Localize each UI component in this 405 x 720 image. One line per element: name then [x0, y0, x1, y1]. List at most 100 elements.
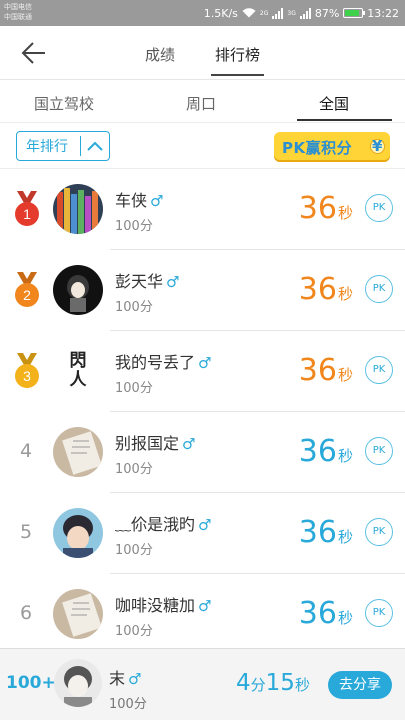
username: 彭天华 — [115, 272, 164, 291]
completion-time: 36秒 — [299, 434, 353, 469]
avatar-text: 閃人 — [69, 351, 87, 390]
time-value: 36 — [298, 353, 337, 388]
male-icon: ♂ — [198, 597, 212, 615]
time-unit: 秒 — [337, 285, 353, 303]
arrow-left-icon[interactable] — [20, 40, 48, 66]
my-rank: 100+ — [6, 673, 56, 693]
pk-win-points-banner[interactable]: PK赢积分 ¥ — [274, 132, 390, 162]
username: 车侠 — [115, 191, 148, 210]
completion-time: 36秒 — [299, 596, 353, 631]
rank-number: 6 — [20, 602, 33, 624]
score: 100分 — [115, 300, 153, 315]
male-icon: ♂ — [198, 516, 212, 534]
time-value: 36 — [298, 596, 337, 631]
completion-time: 36秒 — [299, 191, 353, 226]
time-unit: 秒 — [337, 204, 353, 222]
avatar[interactable]: 閃人 — [53, 346, 103, 396]
rank-number: 4 — [20, 440, 33, 462]
score: 100分 — [115, 543, 153, 558]
active-tab-indicator — [297, 119, 392, 121]
my-avatar[interactable] — [54, 659, 102, 707]
score: 100分 — [115, 624, 153, 639]
time-unit: 秒 — [337, 447, 353, 465]
leaderboard-row[interactable]: 1 车侠 ♂ 100分 36秒 PK — [0, 169, 405, 250]
avatar[interactable] — [53, 589, 103, 639]
score: 100分 — [115, 462, 153, 477]
time-value: 36 — [298, 272, 337, 307]
score: 100分 — [115, 381, 153, 396]
my-time-min: 4 — [236, 670, 251, 696]
chevron-up-icon[interactable] — [81, 132, 109, 160]
my-username: 末 — [109, 669, 126, 688]
network-speed: 1.5K/s — [203, 6, 238, 20]
battery-icon — [343, 8, 366, 18]
pk-button[interactable]: PK — [365, 599, 393, 627]
carrier-1: 中国电信 — [4, 3, 32, 11]
orange-medal-icon: 2 — [15, 272, 39, 307]
battery-percent: 87% — [314, 6, 340, 20]
time-value: 36 — [298, 434, 337, 469]
signal-icon-2 — [299, 7, 311, 19]
tab-city[interactable]: 周口 — [186, 93, 216, 114]
leaderboard-row[interactable]: 6 咖啡没糖加 ♂ 100分 36秒 PK — [0, 574, 405, 655]
avatar[interactable] — [53, 427, 103, 477]
wifi-icon — [242, 8, 256, 18]
carrier-info: 中国电信 中国联通 — [4, 2, 32, 22]
completion-time: 36秒 — [299, 353, 353, 388]
scope-tabs: 国立驾校 周口 全国 — [0, 81, 405, 123]
tab-scores[interactable]: 成绩 — [145, 44, 175, 65]
pk-button[interactable]: PK — [365, 194, 393, 222]
pk-button[interactable]: PK — [365, 356, 393, 384]
pk-button[interactable]: PK — [365, 437, 393, 465]
avatar[interactable] — [53, 184, 103, 234]
status-indicators: 1.5K/s 2G 3G 87% 13:22 — [204, 5, 399, 21]
medal-rank: 1 — [23, 206, 31, 222]
carrier-2: 中国联通 — [4, 13, 32, 21]
male-icon: ♂ — [128, 670, 142, 688]
pk-button[interactable]: PK — [365, 275, 393, 303]
leaderboard-row[interactable]: 3 閃人 我的号丢了 ♂ 100分 36秒 PK — [0, 331, 405, 412]
avatar[interactable] — [53, 265, 103, 315]
my-time-min-unit: 分 — [250, 676, 266, 694]
tab-school[interactable]: 国立驾校 — [34, 93, 94, 114]
male-icon: ♂ — [198, 354, 212, 372]
username: 别报国定 — [115, 434, 180, 453]
time-value: 36 — [298, 191, 337, 226]
medal-rank: 2 — [23, 287, 31, 303]
leaderboard-row[interactable]: 4 别报国定 ♂ 100分 36秒 PK — [0, 412, 405, 493]
leaderboard-row[interactable]: 2 彭天华 ♂ 100分 36秒 PK — [0, 250, 405, 331]
net-type-2: 3G — [287, 9, 296, 17]
coin-icon: ¥ — [370, 139, 385, 154]
score: 100分 — [115, 219, 153, 234]
pk-button[interactable]: PK — [365, 518, 393, 546]
username: 我的号丢了 — [115, 353, 196, 372]
time-unit: 秒 — [337, 528, 353, 546]
my-score: 100分 — [109, 697, 147, 712]
clock: 13:22 — [367, 6, 399, 20]
my-ranking-bar: 100+ 末 ♂ 100分 4分15秒 去分享 — [0, 648, 405, 720]
leaderboard-row[interactable]: 5 ﹏伱是涐旳 ♂ 100分 36秒 PK — [0, 493, 405, 574]
rank-number: 5 — [20, 521, 33, 543]
completion-time: 36秒 — [299, 515, 353, 550]
username: 咖啡没糖加 — [115, 596, 196, 615]
signal-icon — [272, 7, 284, 19]
my-time-sec-unit: 秒 — [294, 676, 310, 694]
my-time-sec: 15 — [265, 670, 295, 696]
red-medal-icon: 1 — [15, 191, 39, 226]
ranking-period-selector[interactable]: 年排行 — [16, 131, 110, 161]
net-type-1: 2G — [259, 9, 269, 17]
tab-national[interactable]: 全国 — [319, 93, 349, 114]
status-bar: 中国电信 中国联通 1.5K/s 2G 3G 87% 13:22 — [0, 0, 405, 26]
gold-medal-icon: 3 — [15, 353, 39, 388]
app-header: 成绩 排行榜 — [0, 26, 405, 80]
completion-time: 36秒 — [299, 272, 353, 307]
ranking-period-label: 年排行 — [26, 139, 68, 155]
share-button[interactable]: 去分享 — [328, 671, 392, 699]
avatar[interactable] — [53, 508, 103, 558]
tab-leaderboard[interactable]: 排行榜 — [210, 44, 265, 76]
male-icon: ♂ — [150, 192, 164, 210]
time-unit: 秒 — [337, 609, 353, 627]
my-completion-time: 4分15秒 — [236, 670, 310, 696]
username: ﹏伱是涐旳 — [115, 515, 196, 534]
male-icon: ♂ — [166, 273, 180, 291]
